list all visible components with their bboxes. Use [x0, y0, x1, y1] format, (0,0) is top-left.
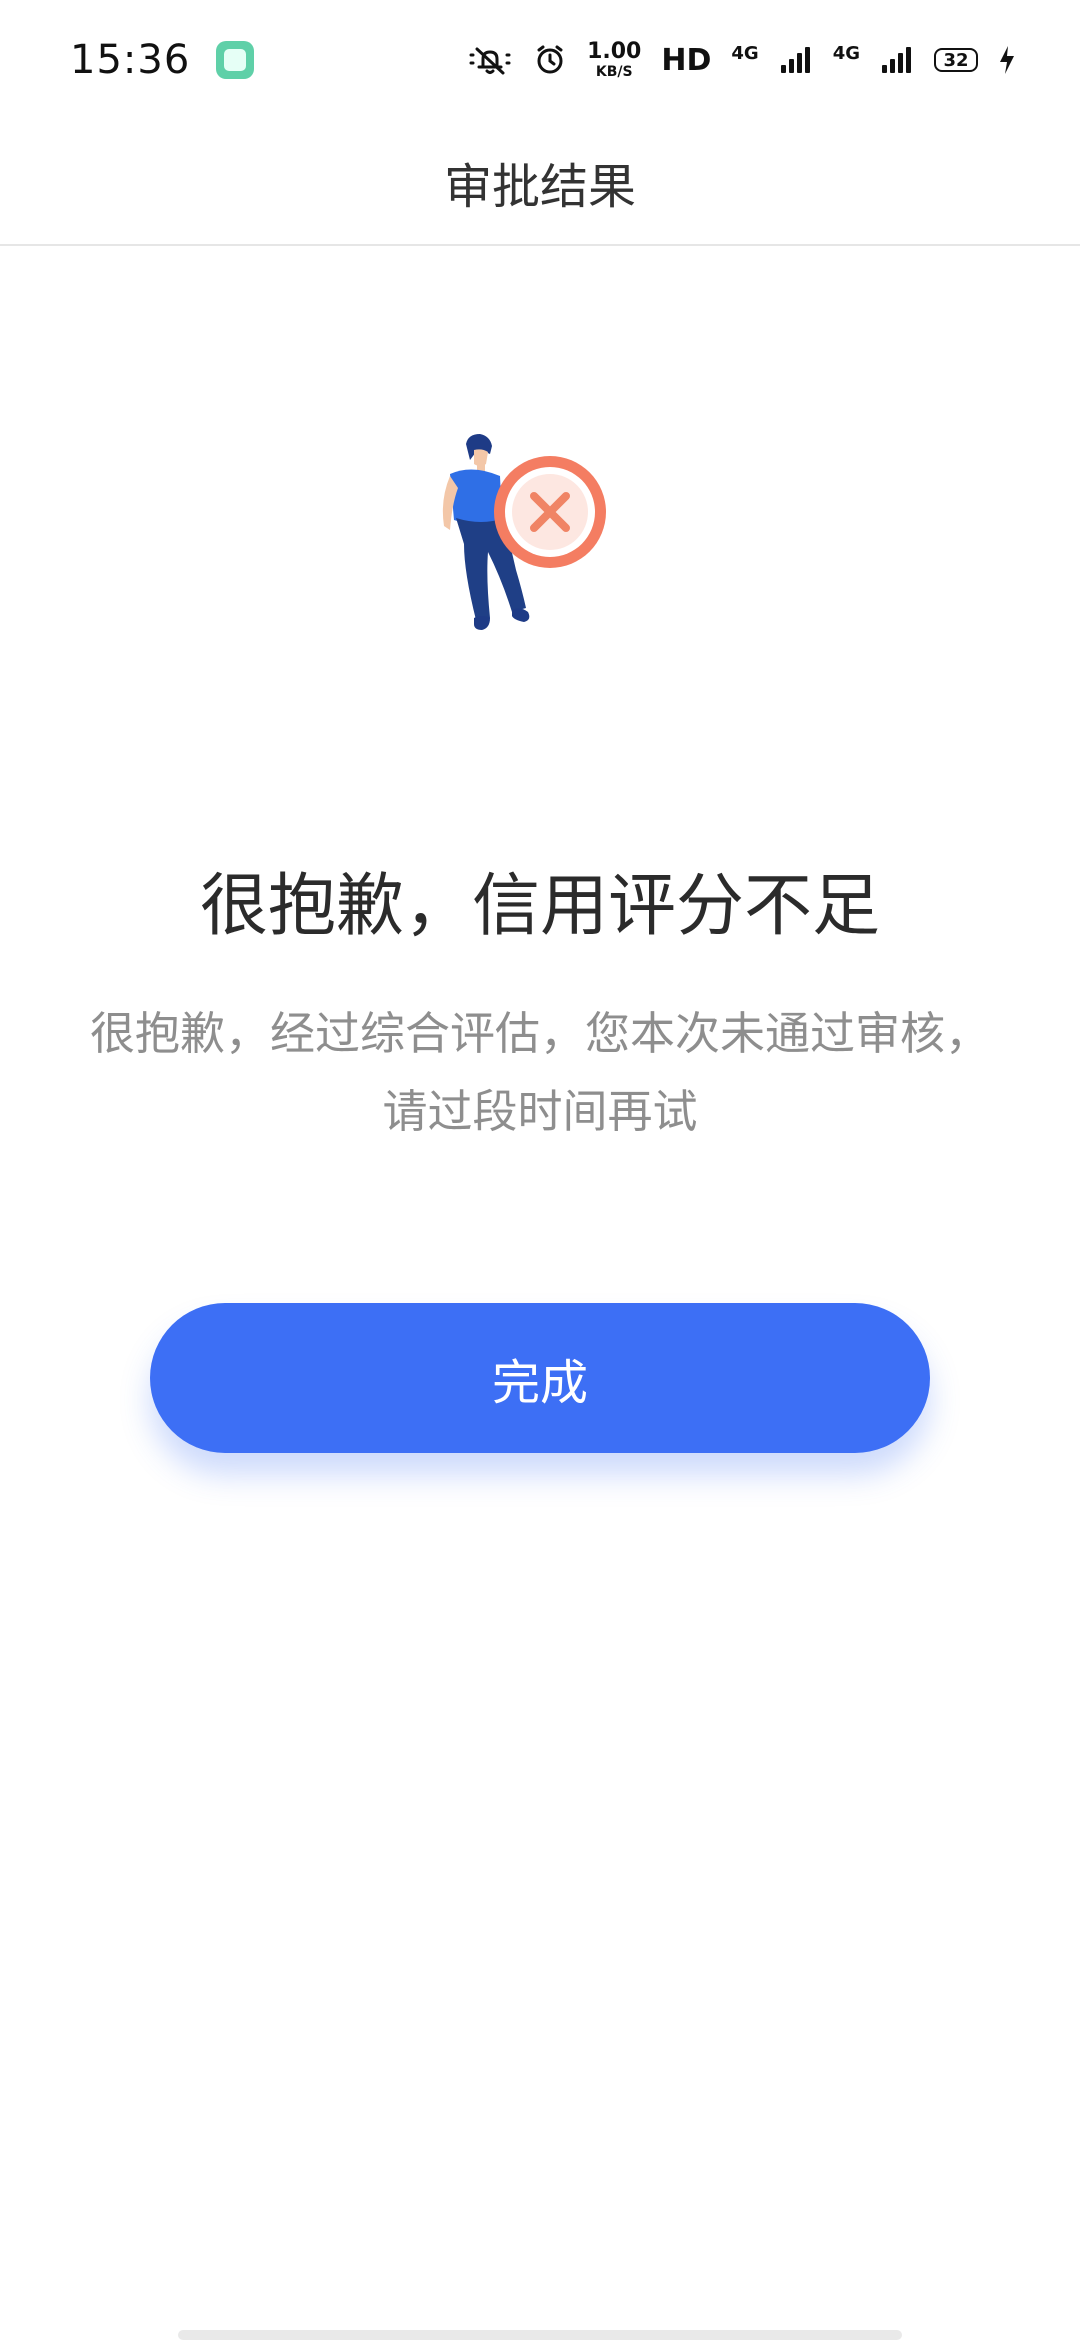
- charging-icon: [1000, 46, 1014, 74]
- person-face: [474, 449, 488, 466]
- result-headline: 很抱歉，信用评分不足: [199, 867, 880, 946]
- home-indicator: [178, 2330, 902, 2340]
- header: 审批结果: [0, 120, 1080, 246]
- app-badge-icon: [216, 41, 255, 79]
- rejected-person-icon: [442, 434, 606, 630]
- signal-icon: [780, 47, 810, 73]
- result-description-line-2: 请过段时间再试: [382, 1085, 698, 1138]
- net-speed-value: 1.00: [587, 39, 642, 64]
- status-right: 1.00 KB/S HD 4G 4G 32: [467, 41, 1016, 79]
- signal-icon: [882, 47, 911, 73]
- mute-vibrate-icon: [469, 47, 511, 75]
- battery-indicator: 32: [934, 48, 978, 72]
- status-time: 15:36: [70, 37, 191, 83]
- done-button-label: 完成: [491, 1355, 588, 1411]
- net-speed: 1.00 KB/S: [587, 39, 642, 80]
- alarm-icon: [537, 45, 563, 74]
- status-left: 15:36: [70, 37, 255, 83]
- signal-2-label: 4G: [832, 43, 860, 64]
- person-shoe-right: [512, 608, 530, 622]
- page-title: 审批结果: [443, 159, 636, 215]
- signal-1-label: 4G: [731, 43, 759, 64]
- person-shoe-left: [474, 616, 490, 630]
- status-bar: 15:36 1.00 KB/S HD 4G 4G 32: [0, 0, 1080, 120]
- result-description-line-1: 很抱歉，经过综合评估，您本次未通过审核，: [89, 1007, 990, 1060]
- hd-label: HD: [661, 42, 712, 78]
- app-badge-inner: [224, 49, 247, 71]
- net-speed-unit: KB/S: [595, 64, 633, 80]
- done-button[interactable]: 完成: [150, 1303, 930, 1453]
- result-description: 很抱歉，经过综合评估，您本次未通过审核， 请过段时间再试: [40, 995, 1040, 1151]
